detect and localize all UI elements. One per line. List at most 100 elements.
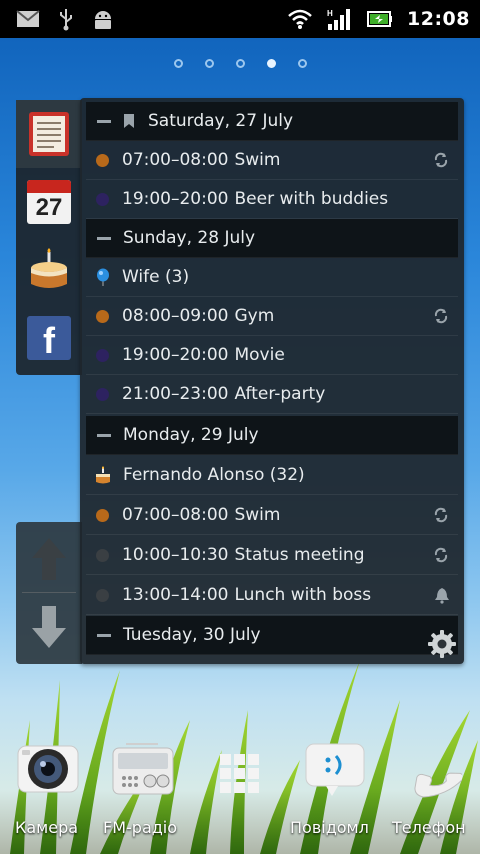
event-row[interactable]: 07:00–08:00 Swim xyxy=(86,141,458,180)
bookmark-icon xyxy=(124,114,134,128)
agenda-tab-icon xyxy=(29,112,69,156)
event-row[interactable]: 19:00–20:00 Movie xyxy=(86,336,458,375)
collapse-dash-icon xyxy=(97,236,111,240)
messages-label: Повідомл xyxy=(290,818,369,837)
collapse-dash-icon xyxy=(97,119,111,123)
wifi-icon xyxy=(288,9,312,29)
anniversary-text: Wife (3) xyxy=(122,267,190,287)
event-time: 07:00–08:00 xyxy=(122,505,229,525)
event-row[interactable]: 08:00–09:00 Gym xyxy=(86,297,458,336)
agenda-list[interactable]: Saturday, 27 July 07:00–08:00 Swim 19:00… xyxy=(80,98,464,664)
android-debug-icon xyxy=(95,11,111,29)
day-label: Monday, 29 July xyxy=(123,425,259,445)
calendar-color-dot xyxy=(96,348,109,362)
facebook-tab-icon: f xyxy=(27,316,71,361)
app-grid-icon xyxy=(220,754,259,793)
scroll-divider xyxy=(22,592,76,593)
event-time: 07:00–08:00 xyxy=(122,150,229,170)
calendar-color-dot xyxy=(96,548,109,562)
page-dot-active[interactable] xyxy=(266,59,276,68)
calendar-tab-day: 27 xyxy=(35,194,63,221)
event-title: Beer with buddies xyxy=(234,189,389,209)
repeat-icon xyxy=(434,547,448,563)
widget-settings-button[interactable] xyxy=(422,624,462,664)
birthday-tab[interactable] xyxy=(16,236,82,304)
calendar-tab-icon: 27 xyxy=(27,180,71,224)
scroll-down-arrow[interactable] xyxy=(28,602,70,652)
scroll-up-arrow[interactable] xyxy=(28,534,70,584)
event-title: Lunch with boss xyxy=(234,585,372,605)
collapse-dash-icon xyxy=(97,633,111,637)
event-title: Gym xyxy=(234,306,275,326)
event-title: Swim xyxy=(234,150,281,170)
fm-radio-label: FM-радіо xyxy=(103,818,178,837)
alarm-bell-icon xyxy=(435,588,449,604)
event-row[interactable]: 19:00–20:00 Beer with buddies xyxy=(86,180,458,219)
app-drawer-button[interactable] xyxy=(218,752,262,796)
event-time: 10:00–10:30 xyxy=(122,545,229,565)
facebook-tab[interactable]: f xyxy=(16,304,82,372)
calendar-color-dot xyxy=(96,153,109,167)
balloon-icon xyxy=(97,268,109,286)
messaging-app-icon[interactable] xyxy=(302,738,368,798)
radio-icon xyxy=(112,743,174,795)
repeat-icon xyxy=(434,507,448,523)
camera-label: Камера xyxy=(15,818,79,837)
event-time: 21:00–23:00 xyxy=(122,384,229,404)
repeat-icon xyxy=(434,308,448,324)
event-title: Status meeting xyxy=(234,545,365,565)
day-label: Sunday, 28 July xyxy=(123,228,256,248)
event-row[interactable]: 07:00–08:00 Swim xyxy=(86,496,458,535)
birthday-tab-icon xyxy=(31,248,67,288)
usb-icon xyxy=(60,9,72,31)
calendar-color-dot xyxy=(96,508,109,522)
gear-icon xyxy=(428,630,456,658)
phone-app-icon[interactable] xyxy=(398,738,462,798)
page-dot[interactable] xyxy=(235,59,245,68)
day-header[interactable]: Sunday, 28 July xyxy=(86,219,458,258)
widget-tab-sidebar: 27 f xyxy=(16,100,82,375)
event-title: Movie xyxy=(234,345,285,365)
camera-app-icon[interactable] xyxy=(16,738,80,798)
event-title: Swim xyxy=(234,505,281,525)
gmail-icon xyxy=(16,10,40,27)
birthday-text: Fernando Alonso (32) xyxy=(123,465,305,485)
day-header[interactable]: Monday, 29 July xyxy=(86,416,458,455)
page-dot[interactable] xyxy=(204,59,214,68)
event-row[interactable]: 21:00–23:00 After-party xyxy=(86,375,458,414)
event-time: 19:00–20:00 xyxy=(122,189,229,209)
calendar-color-dot xyxy=(96,387,109,401)
signal-icon: H xyxy=(327,9,351,30)
camera-icon xyxy=(17,745,79,793)
page-dot[interactable] xyxy=(173,59,183,68)
day-label: Saturday, 27 July xyxy=(148,111,294,131)
calendar-color-dot xyxy=(96,192,109,206)
phone-label: Телефон xyxy=(392,818,466,837)
page-dot[interactable] xyxy=(297,59,307,68)
event-row[interactable]: 13:00–14:00 Lunch with boss xyxy=(86,576,458,615)
event-time: 08:00–09:00 xyxy=(122,306,229,326)
event-row[interactable]: Wife (3) xyxy=(86,258,458,297)
message-bubble-icon xyxy=(305,743,365,796)
fm-radio-app-icon[interactable] xyxy=(110,738,176,798)
calendar-color-dot xyxy=(96,309,109,323)
event-row[interactable]: 10:00–10:30 Status meeting xyxy=(86,536,458,575)
phone-handset-icon xyxy=(414,772,462,798)
svg-text:H: H xyxy=(327,9,333,18)
day-label: Tuesday, 30 July xyxy=(123,625,261,645)
event-time: 13:00–14:00 xyxy=(122,585,229,605)
agenda-tab[interactable] xyxy=(16,100,82,168)
collapse-dash-icon xyxy=(97,433,111,437)
calendar-color-dot xyxy=(96,588,109,602)
battery-icon xyxy=(367,11,393,27)
cake-icon xyxy=(96,466,110,484)
event-title: After-party xyxy=(234,384,326,404)
repeat-icon xyxy=(434,152,448,168)
event-time: 19:00–20:00 xyxy=(122,345,229,365)
clock: 12:08 xyxy=(407,8,470,30)
event-row[interactable]: Fernando Alonso (32) xyxy=(86,456,458,495)
day-header[interactable]: Saturday, 27 July xyxy=(86,102,458,141)
day-header[interactable]: Tuesday, 30 July xyxy=(86,616,458,655)
calendar-tab[interactable]: 27 xyxy=(16,168,82,236)
widget-scroll-panel xyxy=(16,522,82,664)
